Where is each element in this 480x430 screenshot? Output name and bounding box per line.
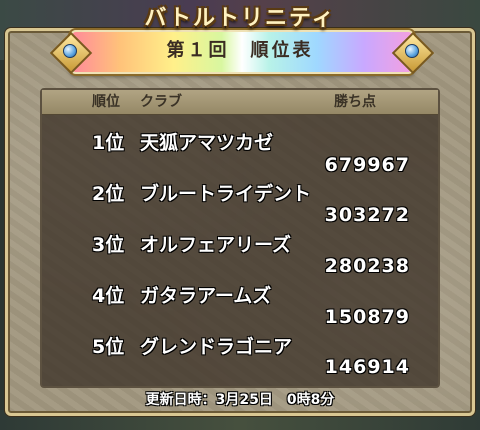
header-rank: 順位 [92, 94, 120, 110]
update-timestamp: 更新日時：3月25日 0時8分 [145, 392, 335, 408]
gem-right-icon [405, 44, 419, 58]
row-4-rank: 4位 [92, 285, 125, 307]
row-2-club: ブルートライデント [140, 183, 312, 205]
row-3-club: オルフェアリーズ [140, 234, 292, 256]
gem-left-icon [63, 44, 77, 58]
game-title: バトルトリニティ [144, 6, 336, 31]
row-5-club: グレンドラゴニア [140, 336, 293, 358]
row-1-rank: 1位 [92, 132, 125, 154]
row-1-points: 679967 [324, 154, 410, 176]
round-title: 第１回 順位表 [166, 40, 314, 61]
row-3-rank: 3位 [92, 234, 125, 256]
row-4-points: 150879 [324, 306, 410, 328]
row-4-club: ガタラアームズ [140, 285, 272, 307]
row-2-points: 303272 [324, 204, 410, 226]
row-1-club: 天狐アマツカゼ [140, 132, 274, 154]
row-2-rank: 2位 [92, 183, 125, 205]
header-club: クラブ [140, 94, 182, 110]
row-5-points: 146914 [324, 356, 410, 378]
row-3-points: 280238 [324, 255, 410, 277]
row-5-rank: 5位 [92, 336, 125, 358]
header-points: 勝ち点 [334, 94, 376, 110]
